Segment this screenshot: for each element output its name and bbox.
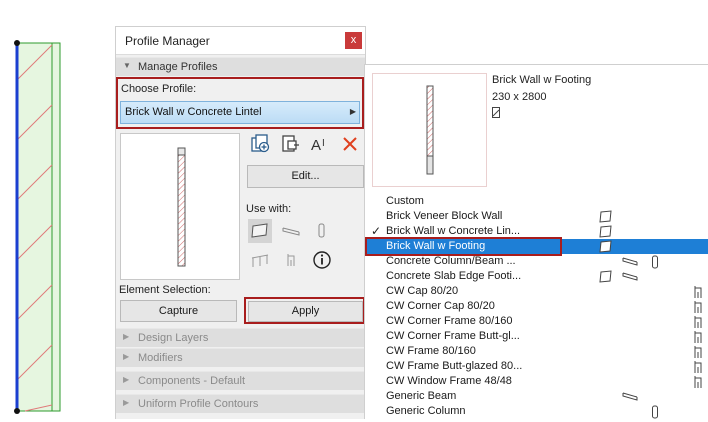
list-item-label: Brick Wall w Footing [386,240,486,252]
handrail-icon[interactable] [279,248,303,272]
section-label: Modifiers [138,352,183,364]
list-item-label: CW Window Frame 48/48 [386,375,512,387]
list-item-label: CW Frame Butt-glazed 80... [386,360,523,372]
section-label: Uniform Profile Contours [138,398,259,410]
column-icon[interactable] [310,219,334,243]
rename-icon[interactable]: A I [309,133,331,155]
palette-title: Profile Manager [125,34,210,48]
duplicate-profile-icon[interactable] [279,133,301,155]
popup-preview-drawing [426,85,434,175]
list-item-label: CW Cap 80/20 [386,285,459,297]
list-item-label: CW Frame 80/160 [386,345,476,357]
list-item[interactable]: CW Corner Cap 80/20 [365,299,708,314]
expand-arrow-icon: ▶ [123,352,130,361]
beam-icon[interactable] [279,219,303,243]
list-item[interactable]: Brick Wall w Footing [365,239,708,254]
edit-button[interactable]: Edit... [247,165,364,188]
list-item-label: Brick Wall w Concrete Lin... [386,225,521,237]
expand-arrow-icon: ▶ [123,398,130,407]
list-item-label: Brick Veneer Block Wall [386,210,503,222]
choose-profile-group: Choose Profile: Brick Wall w Concrete Li… [116,77,364,129]
collapse-arrow-icon: ▼ [123,61,131,70]
list-item-label: Generic Beam [386,390,457,402]
railing-icon[interactable] [248,248,272,272]
delete-icon[interactable] [339,133,361,155]
list-item-label: Concrete Column/Beam ... [386,255,516,267]
element-selection-label: Element Selection: [119,284,211,296]
popup-profile-preview [372,73,487,187]
checkmark-icon: ✓ [371,224,382,238]
section-uniform-profile-contours[interactable]: ▶ Uniform Profile Contours [116,394,365,413]
profile-preview-drawing [177,147,186,267]
list-item[interactable]: Generic Beam [365,389,708,404]
profile-preview [120,133,240,280]
list-item[interactable]: CW Frame 80/160 [365,344,708,359]
apply-button-highlight: Apply [244,297,365,324]
capture-button[interactable]: Capture [120,300,237,322]
popup-profile-size: 230 x 2800 [492,91,547,103]
section-components-default[interactable]: ▶ Components - Default [116,371,365,390]
expand-arrow-icon: ▶ [123,375,130,384]
close-icon: x [350,34,357,46]
chevron-right-icon: ▶ [349,107,356,116]
section-label: Design Layers [138,332,209,344]
section-manage-profiles[interactable]: ▼ Manage Profiles [116,57,365,76]
list-item-label: CW Corner Cap 80/20 [386,300,495,312]
svg-text:A: A [311,137,321,154]
svg-text:I: I [322,138,325,149]
list-item-label: Custom [386,195,424,207]
list-item[interactable]: Brick Veneer Block Wall [365,209,708,224]
section-modifiers[interactable]: ▶ Modifiers [116,348,365,367]
selected-profile: Brick Wall w Concrete Lintel [125,106,262,118]
choose-profile-label: Choose Profile: [121,83,197,95]
apply-button[interactable]: Apply [248,301,363,322]
list-item-label: Generic Column [386,405,466,417]
profile-manager-palette: Profile Manager x ▼ Manage Profiles Choo… [115,26,366,419]
list-item[interactable]: CW Cap 80/20 [365,284,708,299]
list-item-label: CW Corner Frame Butt-gl... [386,330,520,342]
list-item-label: Concrete Slab Edge Footi... [386,270,522,282]
list-item[interactable]: CW Frame Butt-glazed 80... [365,359,708,374]
palette-title-bar[interactable]: Profile Manager x [116,27,365,55]
profile-selector[interactable]: Brick Wall w Concrete Lintel ▶ [120,101,360,124]
list-item[interactable]: CW Corner Frame Butt-gl... [365,329,708,344]
list-item[interactable]: Concrete Column/Beam ... [365,254,708,269]
list-item-label: CW Corner Frame 80/160 [386,315,513,327]
list-item[interactable]: Generic Column [365,404,708,419]
column-icon [651,405,659,422]
close-button[interactable]: x [345,32,362,49]
info-icon[interactable] [310,248,334,272]
section-design-layers[interactable]: ▶ Design Layers [116,328,365,347]
list-item[interactable]: CW Window Frame 48/48 [365,374,708,389]
profile-dropdown-popup: Brick Wall w Footing 230 x 2800 Custom Br… [364,64,708,419]
wall-drawing [14,40,61,414]
expand-arrow-icon: ▶ [123,332,130,341]
profile-hatch-icon [492,107,500,118]
wall-icon[interactable] [248,219,272,243]
list-item[interactable]: ✓ Brick Wall w Concrete Lin... [365,224,708,239]
list-item[interactable]: CW Corner Frame 80/160 [365,314,708,329]
popup-profile-name: Brick Wall w Footing [492,74,592,86]
use-with-label: Use with: [246,203,292,215]
list-item[interactable]: Custom [365,194,708,209]
new-profile-icon[interactable] [249,133,271,155]
section-label: Manage Profiles [138,61,218,73]
section-label: Components - Default [138,375,245,387]
list-item[interactable]: Concrete Slab Edge Footi... [365,269,708,284]
